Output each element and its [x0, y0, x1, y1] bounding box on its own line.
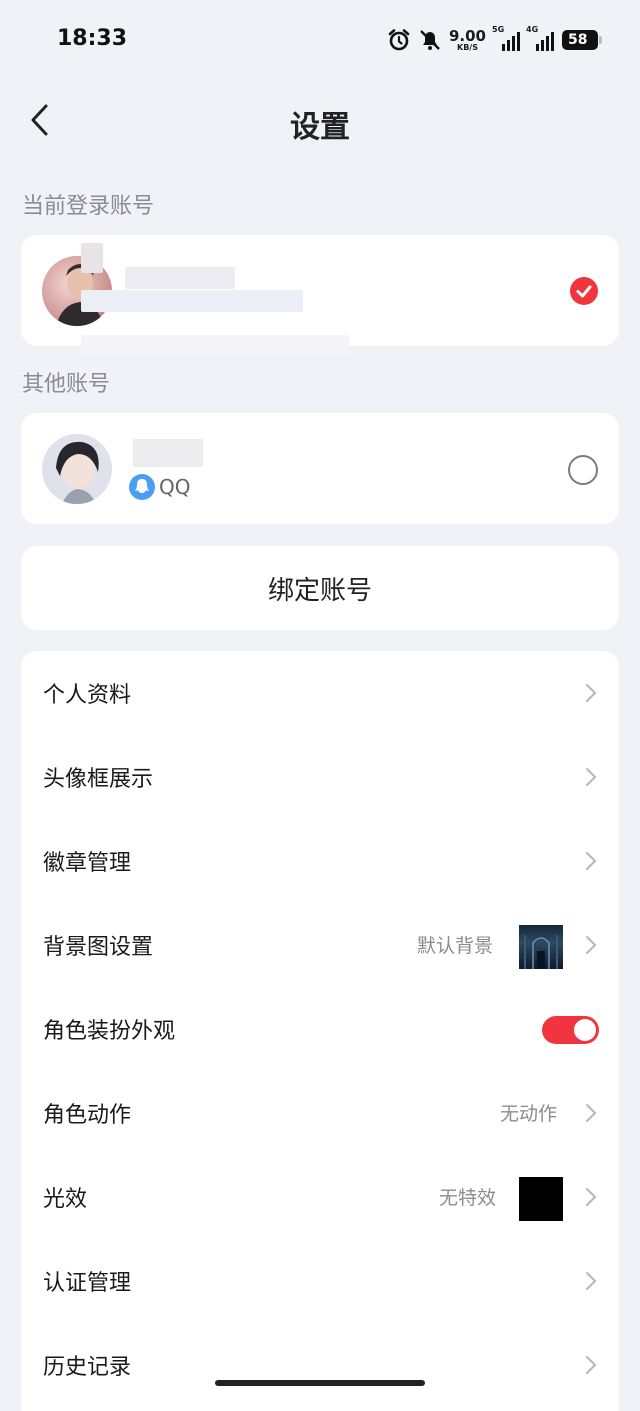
blurred-account-name: [125, 267, 235, 289]
menu-item-profile[interactable]: 个人资料: [21, 651, 619, 735]
home-indicator[interactable]: [215, 1380, 425, 1386]
current-account-card[interactable]: [21, 235, 619, 355]
other-account-card[interactable]: QQ: [21, 413, 619, 524]
bind-account-button[interactable]: 绑定账号: [21, 546, 619, 630]
menu-item-avatar-frame[interactable]: 头像框展示: [21, 735, 619, 819]
light-effect-thumbnail: [519, 1177, 563, 1221]
current-account-label: 当前登录账号: [22, 194, 155, 219]
status-icons: 9.00 KB/S 5G 4G 58: [387, 25, 602, 54]
account-platform: QQ: [159, 475, 191, 499]
menu-item-light-effect[interactable]: 光效 无特效: [21, 1155, 619, 1239]
menu-item-character-outfit[interactable]: 角色装扮外观: [21, 987, 619, 1071]
qq-logo-icon: [129, 474, 155, 500]
menu-item-label: 个人资料: [43, 683, 132, 708]
battery-icon: 58: [562, 30, 602, 50]
chevron-right-icon: [586, 1188, 597, 1206]
selected-check-icon: [570, 277, 598, 305]
menu-item-badges[interactable]: 徽章管理: [21, 819, 619, 903]
chevron-right-icon: [586, 1104, 597, 1122]
menu-item-value: 无动作: [500, 1103, 558, 1125]
menu-item-history[interactable]: 历史记录: [21, 1323, 619, 1407]
signal-icon-sim2: 4G: [526, 25, 554, 51]
signal-icon-sim1: 5G: [492, 25, 520, 51]
unselected-radio-icon[interactable]: [568, 455, 598, 485]
chevron-right-icon: [586, 852, 597, 870]
menu-item-background[interactable]: 背景图设置 默认背景: [21, 903, 619, 987]
menu-item-value: 默认背景: [417, 935, 494, 957]
menu-item-verification[interactable]: 认证管理: [21, 1239, 619, 1323]
person-icon: [56, 441, 99, 504]
menu-item-label: 认证管理: [43, 1271, 132, 1296]
menu-item-label: 头像框展示: [43, 767, 154, 792]
blurred-account-id: [81, 290, 303, 312]
sim2-label: 4G: [526, 25, 539, 34]
blurred-account-id: [81, 335, 349, 355]
chevron-right-icon: [586, 768, 597, 786]
menu-item-value: 无特效: [439, 1187, 497, 1209]
blurred-account-name: [133, 439, 203, 467]
speed-unit: KB/S: [457, 42, 478, 52]
character-outfit-toggle[interactable]: [542, 1016, 599, 1044]
menu-item-label: 光效: [43, 1187, 88, 1212]
status-time: 18:33: [57, 26, 128, 51]
settings-menu: 个人资料 头像框展示 徽章管理 背景图设置 默认背景 角色装扮外观 角色动作 无…: [21, 651, 619, 1411]
sim1-label: 5G: [492, 25, 505, 34]
network-speed: 9.00 KB/S: [448, 26, 486, 52]
chevron-right-icon: [586, 1272, 597, 1290]
other-accounts-label: 其他账号: [22, 372, 111, 397]
blurred-account-name: [81, 243, 103, 273]
chevron-right-icon: [586, 936, 597, 954]
menu-item-label: 背景图设置: [43, 935, 154, 960]
other-account-avatar: [42, 434, 112, 504]
mute-bell-icon: [420, 30, 440, 50]
alarm-icon: [388, 29, 410, 51]
toggle-knob: [574, 1019, 596, 1041]
menu-item-character-action[interactable]: 角色动作 无动作: [21, 1071, 619, 1155]
top-bar: 设置: [0, 90, 640, 150]
speed-value: 9.00: [448, 26, 486, 45]
menu-item-label: 历史记录: [43, 1355, 132, 1380]
background-thumbnail: [519, 925, 563, 969]
status-bar: 18:33 9.00 KB/S 5G 4G 58: [0, 0, 640, 80]
menu-item-label: 角色动作: [43, 1103, 132, 1128]
page-title: 设置: [290, 110, 350, 145]
menu-item-label: 角色装扮外观: [43, 1019, 176, 1044]
menu-item-label: 徽章管理: [43, 851, 132, 876]
chevron-right-icon: [586, 1356, 597, 1374]
chevron-right-icon: [586, 684, 597, 702]
battery-level: 58: [568, 32, 588, 48]
